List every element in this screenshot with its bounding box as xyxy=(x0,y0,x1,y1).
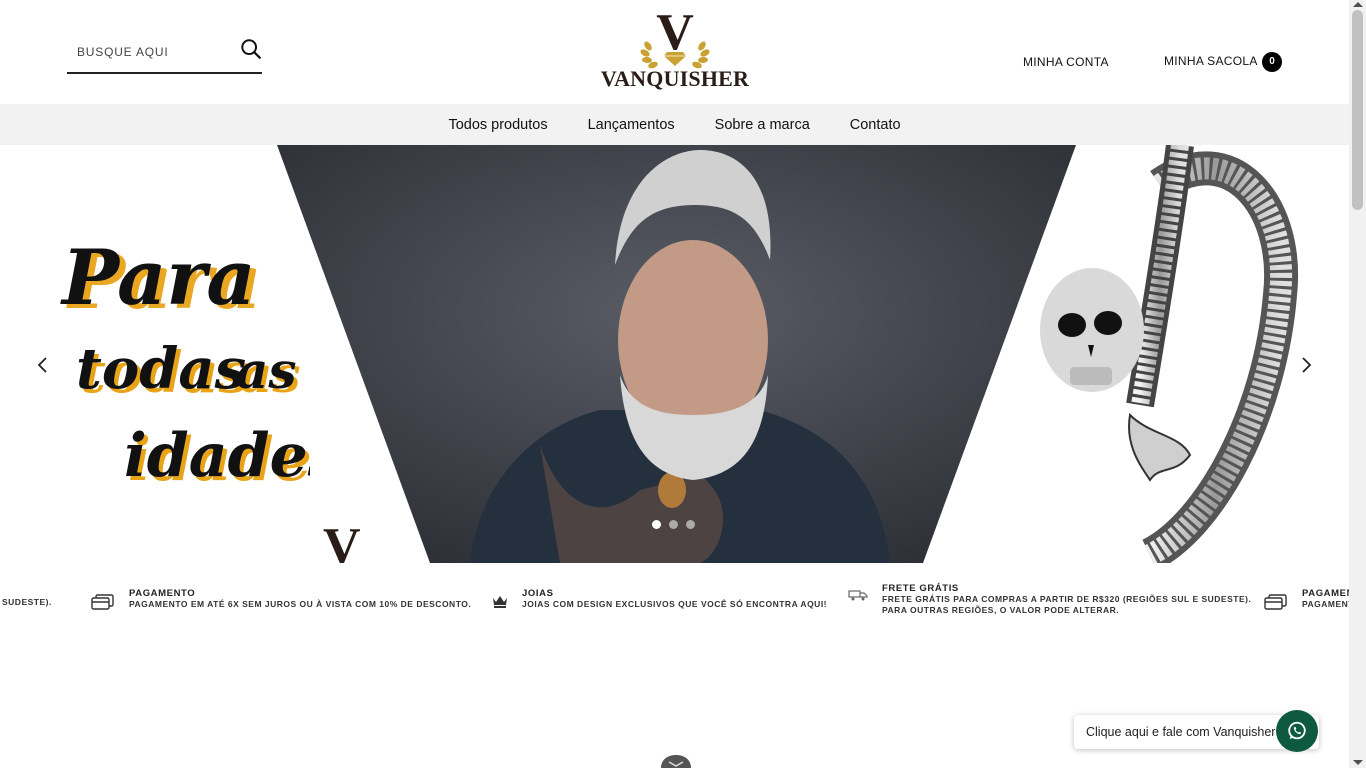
svg-text:V: V xyxy=(323,518,361,563)
nav-item-about-brand[interactable]: Sobre a marca xyxy=(695,117,830,133)
nav-item-contact[interactable]: Contato xyxy=(830,117,921,133)
hero-headline: Para Para todas todas as as idades idade… xyxy=(60,240,310,495)
benefit-desc: JOIAS COM DESIGN EXCLUSIVOS QUE VOCÊ SÓ … xyxy=(522,599,828,609)
crown-icon xyxy=(493,596,507,608)
nav-item-launches[interactable]: Lançamentos xyxy=(568,117,695,133)
whatsapp-button[interactable] xyxy=(1276,710,1318,752)
svg-text:todas: todas xyxy=(76,336,246,402)
carousel-dot-2[interactable] xyxy=(669,520,678,529)
benefits-strip: SUDESTE). PAGAMENTO PAGAMENTO EM ATÉ 6X … xyxy=(0,563,1349,633)
carousel-dot-3[interactable] xyxy=(686,520,695,529)
carousel-dots xyxy=(652,520,695,529)
carousel-next-arrow-icon[interactable] xyxy=(1296,355,1316,375)
benefit-desc: SUDESTE). xyxy=(2,597,52,607)
site-header: V VANQUISHER MINHA CONTA MINHA SACOLA 0 xyxy=(0,0,1349,104)
nav-item-all-products[interactable]: Todos produtos xyxy=(428,117,567,133)
my-account-link[interactable]: MINHA CONTA xyxy=(1023,55,1109,69)
benefit-title: PAGAMENTO xyxy=(129,588,196,599)
carousel-dot-1[interactable] xyxy=(652,520,661,529)
benefit-desc: PAGAMENTO EM ATÉ 6X SEM JUROS OU À VISTA… xyxy=(129,599,472,609)
benefit-title: JOIAS xyxy=(522,588,554,599)
benefit-title: FRETE GRÁTIS xyxy=(882,583,959,594)
benefit-item-shipping: FRETE GRÁTIS FRETE GRÁTIS PARA COMPRAS A… xyxy=(848,583,1251,616)
scroll-up-arrow-icon[interactable] xyxy=(1353,2,1363,7)
svg-text:Para: Para xyxy=(60,240,256,322)
bag-count-badge: 0 xyxy=(1262,52,1282,72)
svg-text:as: as xyxy=(236,341,297,400)
search-icon[interactable] xyxy=(240,38,262,60)
whatsapp-icon xyxy=(1288,721,1306,740)
benefit-desc: FRETE GRÁTIS PARA COMPRAS A PARTIR DE R$… xyxy=(882,594,1252,604)
main-nav: Todos produtos Lançamentos Sobre a marca… xyxy=(0,104,1349,145)
benefit-desc: PAGAMENT xyxy=(1302,599,1349,609)
benefit-item-jewelry: JOIAS JOIAS COM DESIGN EXCLUSIVOS QUE VO… xyxy=(492,588,827,610)
my-bag-link[interactable]: MINHA SACOLA xyxy=(1164,54,1258,68)
section-logo-icon xyxy=(661,755,691,768)
benefit-item-payment-repeat: PAGAMEN PAGAMENT xyxy=(1264,588,1349,610)
brand-logo[interactable]: V VANQUISHER xyxy=(600,7,750,98)
truck-icon xyxy=(848,590,868,601)
benefit-item-payment: PAGAMENTO PAGAMENTO EM ATÉ 6X SEM JUROS … xyxy=(91,588,471,610)
logo-wordmark: VANQUISHER xyxy=(600,66,750,91)
search-input[interactable] xyxy=(77,42,227,62)
scrollbar-thumb[interactable] xyxy=(1352,10,1363,210)
credit-card-icon xyxy=(91,594,114,610)
benefit-item-partial: SUDESTE). xyxy=(2,597,52,608)
benefit-desc-line2: PARA OUTRAS REGIÕES, O VALOR PODE ALTERA… xyxy=(882,605,1120,615)
svg-text:idades: idades xyxy=(124,421,310,491)
benefit-title: PAGAMEN xyxy=(1302,588,1349,599)
scroll-down-arrow-icon[interactable] xyxy=(1353,760,1363,765)
credit-card-icon xyxy=(1264,594,1287,610)
carousel-prev-arrow-icon[interactable] xyxy=(33,355,53,375)
hero-carousel[interactable]: V Para Para todas todas as as idades ida… xyxy=(0,145,1349,563)
search-bar xyxy=(67,36,262,74)
